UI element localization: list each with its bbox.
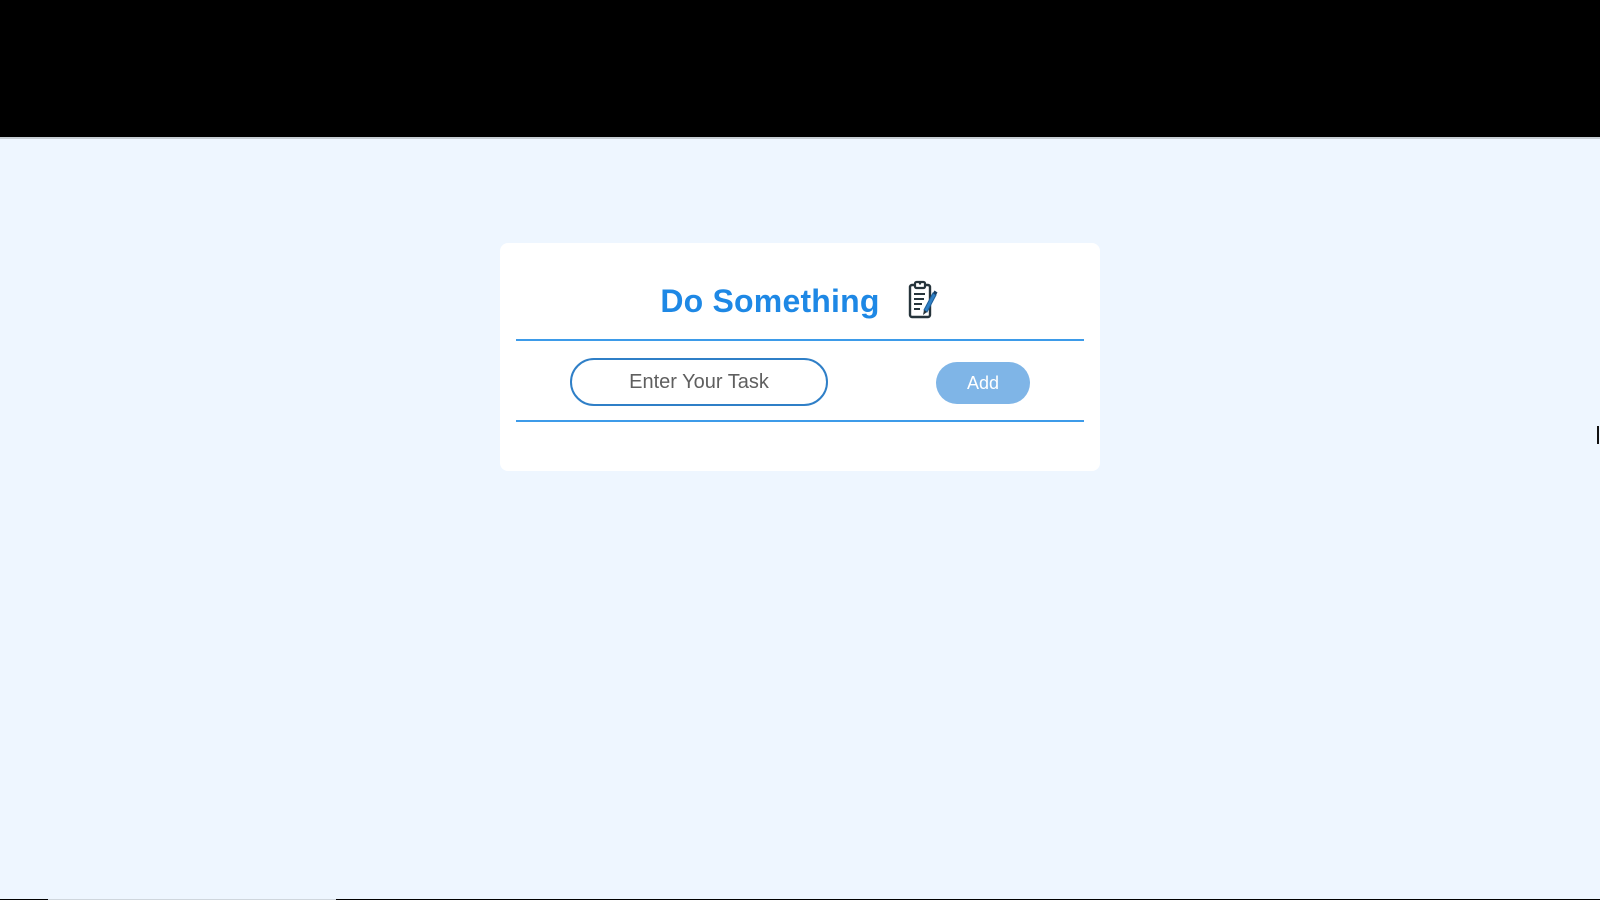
add-button[interactable]: Add [936, 362, 1030, 404]
app-title: Do Something [660, 282, 880, 319]
form-divider [516, 420, 1084, 422]
header-divider [516, 339, 1084, 341]
clipboard-edit-icon [906, 279, 940, 323]
title-row: Do Something [500, 273, 1100, 329]
todo-card: Do Something Add [500, 243, 1100, 471]
page-background: Do Something Add [0, 137, 1600, 900]
task-input[interactable] [570, 358, 828, 406]
top-black-bar [0, 0, 1600, 137]
text-cursor-indicator [1597, 426, 1599, 444]
